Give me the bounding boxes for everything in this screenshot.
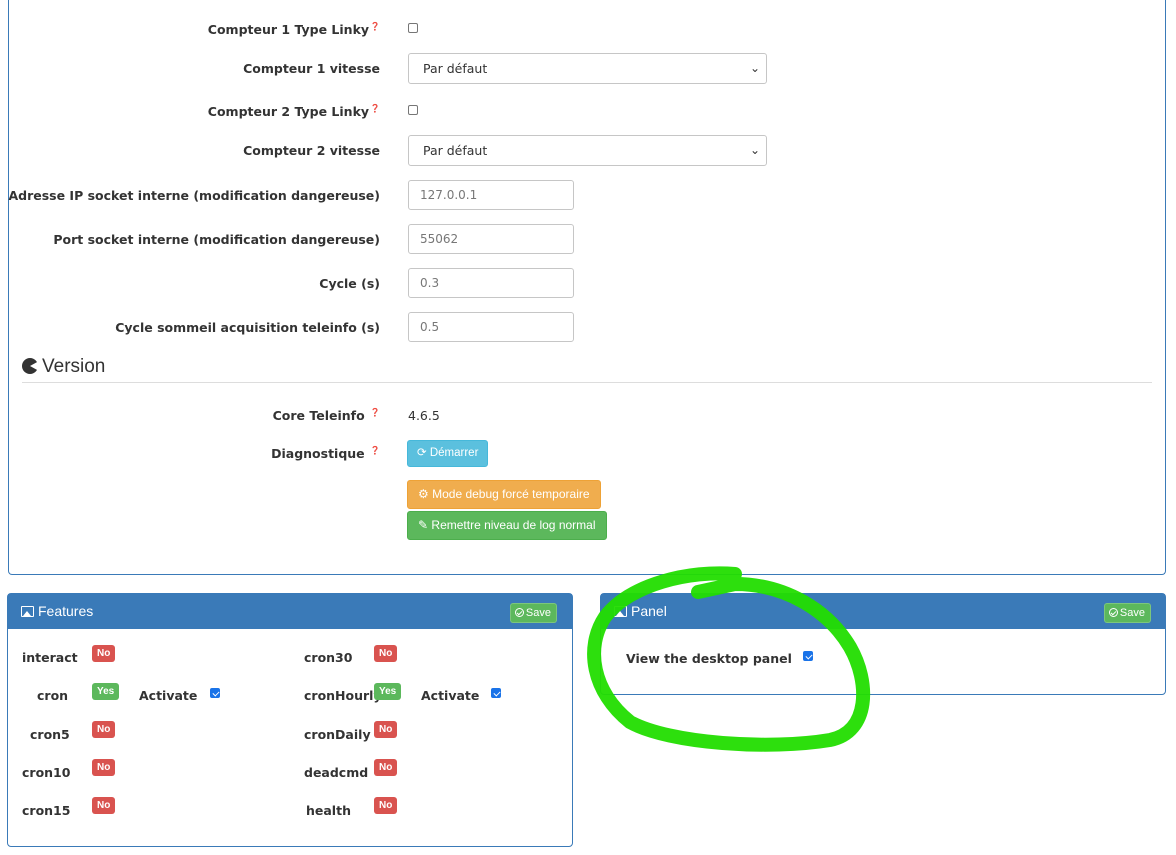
status-badge: No <box>374 797 398 814</box>
activate-label: Activate <box>421 688 480 703</box>
feature-name: cron5 <box>30 727 70 742</box>
section-divider <box>22 382 1152 383</box>
diagnostic-label: Diagnostique ❓ <box>271 446 380 462</box>
debug-mode-button[interactable]: ⚙ Mode debug forcé temporaire <box>407 480 601 509</box>
chevron-down-icon: ⌄ <box>749 143 760 157</box>
cycle-sommeil-input[interactable]: 0.5 <box>408 312 574 342</box>
status-badge: No <box>374 759 398 776</box>
features-panel: Features Save interact No cron30 No cron… <box>7 593 573 847</box>
pacman-icon <box>22 358 39 374</box>
status-badge: No <box>92 759 116 776</box>
feature-name: cronDaily <box>304 727 371 742</box>
plugin-config-panel: Compteur 1 Type Linky❓ Compteur 1 vitess… <box>8 0 1166 575</box>
activate-label: Activate <box>139 688 198 703</box>
feature-name: cron <box>37 688 69 703</box>
cronhourly-activate-checkbox[interactable] <box>491 688 501 698</box>
panel-settings-header: Panel Save <box>601 594 1165 629</box>
compteur1-linky-label: Compteur 1 Type Linky❓ <box>207 22 380 38</box>
feature-name: health <box>306 803 351 818</box>
feature-name: cron30 <box>304 650 353 665</box>
cycle-input[interactable]: 0.3 <box>408 268 574 298</box>
feature-name: cronHourly <box>304 688 382 703</box>
cron-activate-checkbox[interactable] <box>210 688 220 698</box>
core-version-value: 4.6.5 <box>408 408 440 423</box>
compteur2-vitesse-select[interactable]: Par défaut ⌄ <box>408 135 767 166</box>
compteur1-linky-checkbox[interactable] <box>408 23 418 33</box>
features-panel-header: Features Save <box>8 594 572 629</box>
check-circle-icon <box>514 608 524 617</box>
compteur2-linky-label: Compteur 2 Type Linky❓ <box>207 104 380 120</box>
status-badge: No <box>92 797 116 814</box>
status-badge: No <box>374 645 398 662</box>
status-badge: Yes <box>374 683 402 700</box>
cycle-label: Cycle (s) <box>319 276 380 291</box>
feature-name: deadcmd <box>304 765 369 780</box>
socket-port-input[interactable]: 55062 <box>408 224 574 254</box>
refresh-icon: ⟳ <box>417 447 427 459</box>
image-icon <box>614 606 627 617</box>
feature-name: cron15 <box>22 803 71 818</box>
check-circle-icon <box>1108 608 1118 617</box>
eraser-icon: ✎ <box>418 518 429 532</box>
panel-settings-panel: Panel Save View the desktop panel <box>600 593 1166 695</box>
status-badge: No <box>374 721 398 738</box>
question-circle-icon[interactable]: ❓ <box>370 408 380 417</box>
socket-ip-input[interactable]: 127.0.0.1 <box>408 180 574 210</box>
panel-save-button[interactable]: Save <box>1103 603 1151 623</box>
socket-port-label: Port socket interne (modification danger… <box>53 232 380 247</box>
desktop-panel-checkbox[interactable] <box>803 651 813 661</box>
status-badge: No <box>92 645 116 662</box>
compteur1-vitesse-label: Compteur 1 vitesse <box>243 61 380 76</box>
compteur2-vitesse-label: Compteur 2 vitesse <box>243 143 380 158</box>
reset-log-level-button[interactable]: ✎ Remettre niveau de log normal <box>407 511 607 540</box>
compteur1-vitesse-select[interactable]: Par défaut ⌄ <box>408 53 767 84</box>
core-version-label: Core Teleinfo ❓ <box>272 408 380 424</box>
socket-ip-label: Adresse IP socket interne (modification … <box>8 188 380 203</box>
status-badge: No <box>92 721 116 738</box>
question-circle-icon[interactable]: ❓ <box>370 446 380 455</box>
status-badge: Yes <box>92 683 120 700</box>
image-icon <box>21 606 34 617</box>
compteur2-linky-checkbox[interactable] <box>408 105 418 115</box>
question-circle-icon[interactable]: ❓ <box>370 104 380 113</box>
start-diagnostic-button[interactable]: ⟳ Démarrer <box>407 440 489 467</box>
cycle-sommeil-label: Cycle sommeil acquisition teleinfo (s) <box>115 320 380 335</box>
question-circle-icon[interactable]: ❓ <box>370 22 380 31</box>
chevron-down-icon: ⌄ <box>749 61 760 75</box>
desktop-panel-label: View the desktop panel <box>626 651 792 666</box>
version-section-title: Version <box>22 356 105 378</box>
feature-name: interact <box>22 650 78 665</box>
feature-name: cron10 <box>22 765 71 780</box>
features-save-button[interactable]: Save <box>509 603 557 623</box>
cogs-icon: ⚙ <box>418 487 429 501</box>
